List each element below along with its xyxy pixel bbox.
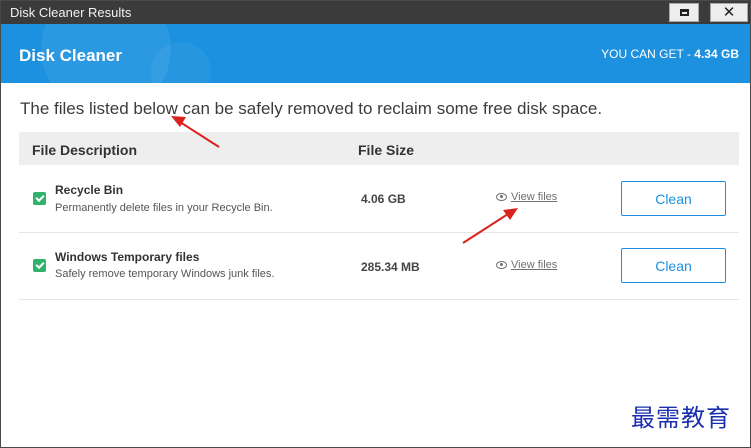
table-header: File Description File Size xyxy=(19,132,739,165)
row-size: 285.34 MB xyxy=(361,260,420,274)
close-button[interactable]: ✕ xyxy=(710,3,748,22)
restore-button[interactable] xyxy=(669,3,699,22)
eye-icon xyxy=(496,261,507,269)
clean-button[interactable]: Clean xyxy=(621,181,726,216)
table-row: Recycle Bin Permanently delete files in … xyxy=(19,166,739,233)
restore-icon xyxy=(679,9,689,16)
column-header-description: File Description xyxy=(32,142,138,158)
disk-cleaner-window: Disk Cleaner Results ✕ Disk Cleaner YOU … xyxy=(0,0,751,448)
intro-text: The files listed below can be safely rem… xyxy=(20,99,603,118)
savings-label: YOU CAN GET - xyxy=(601,47,695,61)
window-title: Disk Cleaner Results xyxy=(10,5,132,20)
savings-value: 4.34 GB xyxy=(694,47,739,61)
app-header: Disk Cleaner YOU CAN GET - 4.34 GB xyxy=(1,24,750,83)
recycle-bin-checkbox[interactable] xyxy=(33,192,46,205)
eye-icon xyxy=(496,193,507,201)
app-title: Disk Cleaner xyxy=(19,46,122,65)
column-header-size: File Size xyxy=(358,142,415,158)
clean-button[interactable]: Clean xyxy=(621,248,726,283)
title-bar[interactable]: Disk Cleaner Results ✕ xyxy=(1,1,750,24)
row-name: Windows Temporary files xyxy=(55,250,200,264)
row-description: Permanently delete files in your Recycle… xyxy=(55,202,273,214)
watermark: 最需教育 xyxy=(631,404,731,432)
close-icon: ✕ xyxy=(722,4,736,21)
view-files-link[interactable]: View files xyxy=(496,191,557,203)
row-description: Safely remove temporary Windows junk fil… xyxy=(55,268,275,280)
row-size: 4.06 GB xyxy=(361,192,406,206)
savings-summary: YOU CAN GET - 4.34 GB xyxy=(601,47,739,61)
view-files-link[interactable]: View files xyxy=(496,259,557,271)
view-files-label: View files xyxy=(511,191,558,203)
view-files-label: View files xyxy=(511,259,558,271)
table-row: Windows Temporary files Safely remove te… xyxy=(19,233,739,300)
row-name: Recycle Bin xyxy=(55,183,124,197)
temp-files-checkbox[interactable] xyxy=(33,259,46,272)
